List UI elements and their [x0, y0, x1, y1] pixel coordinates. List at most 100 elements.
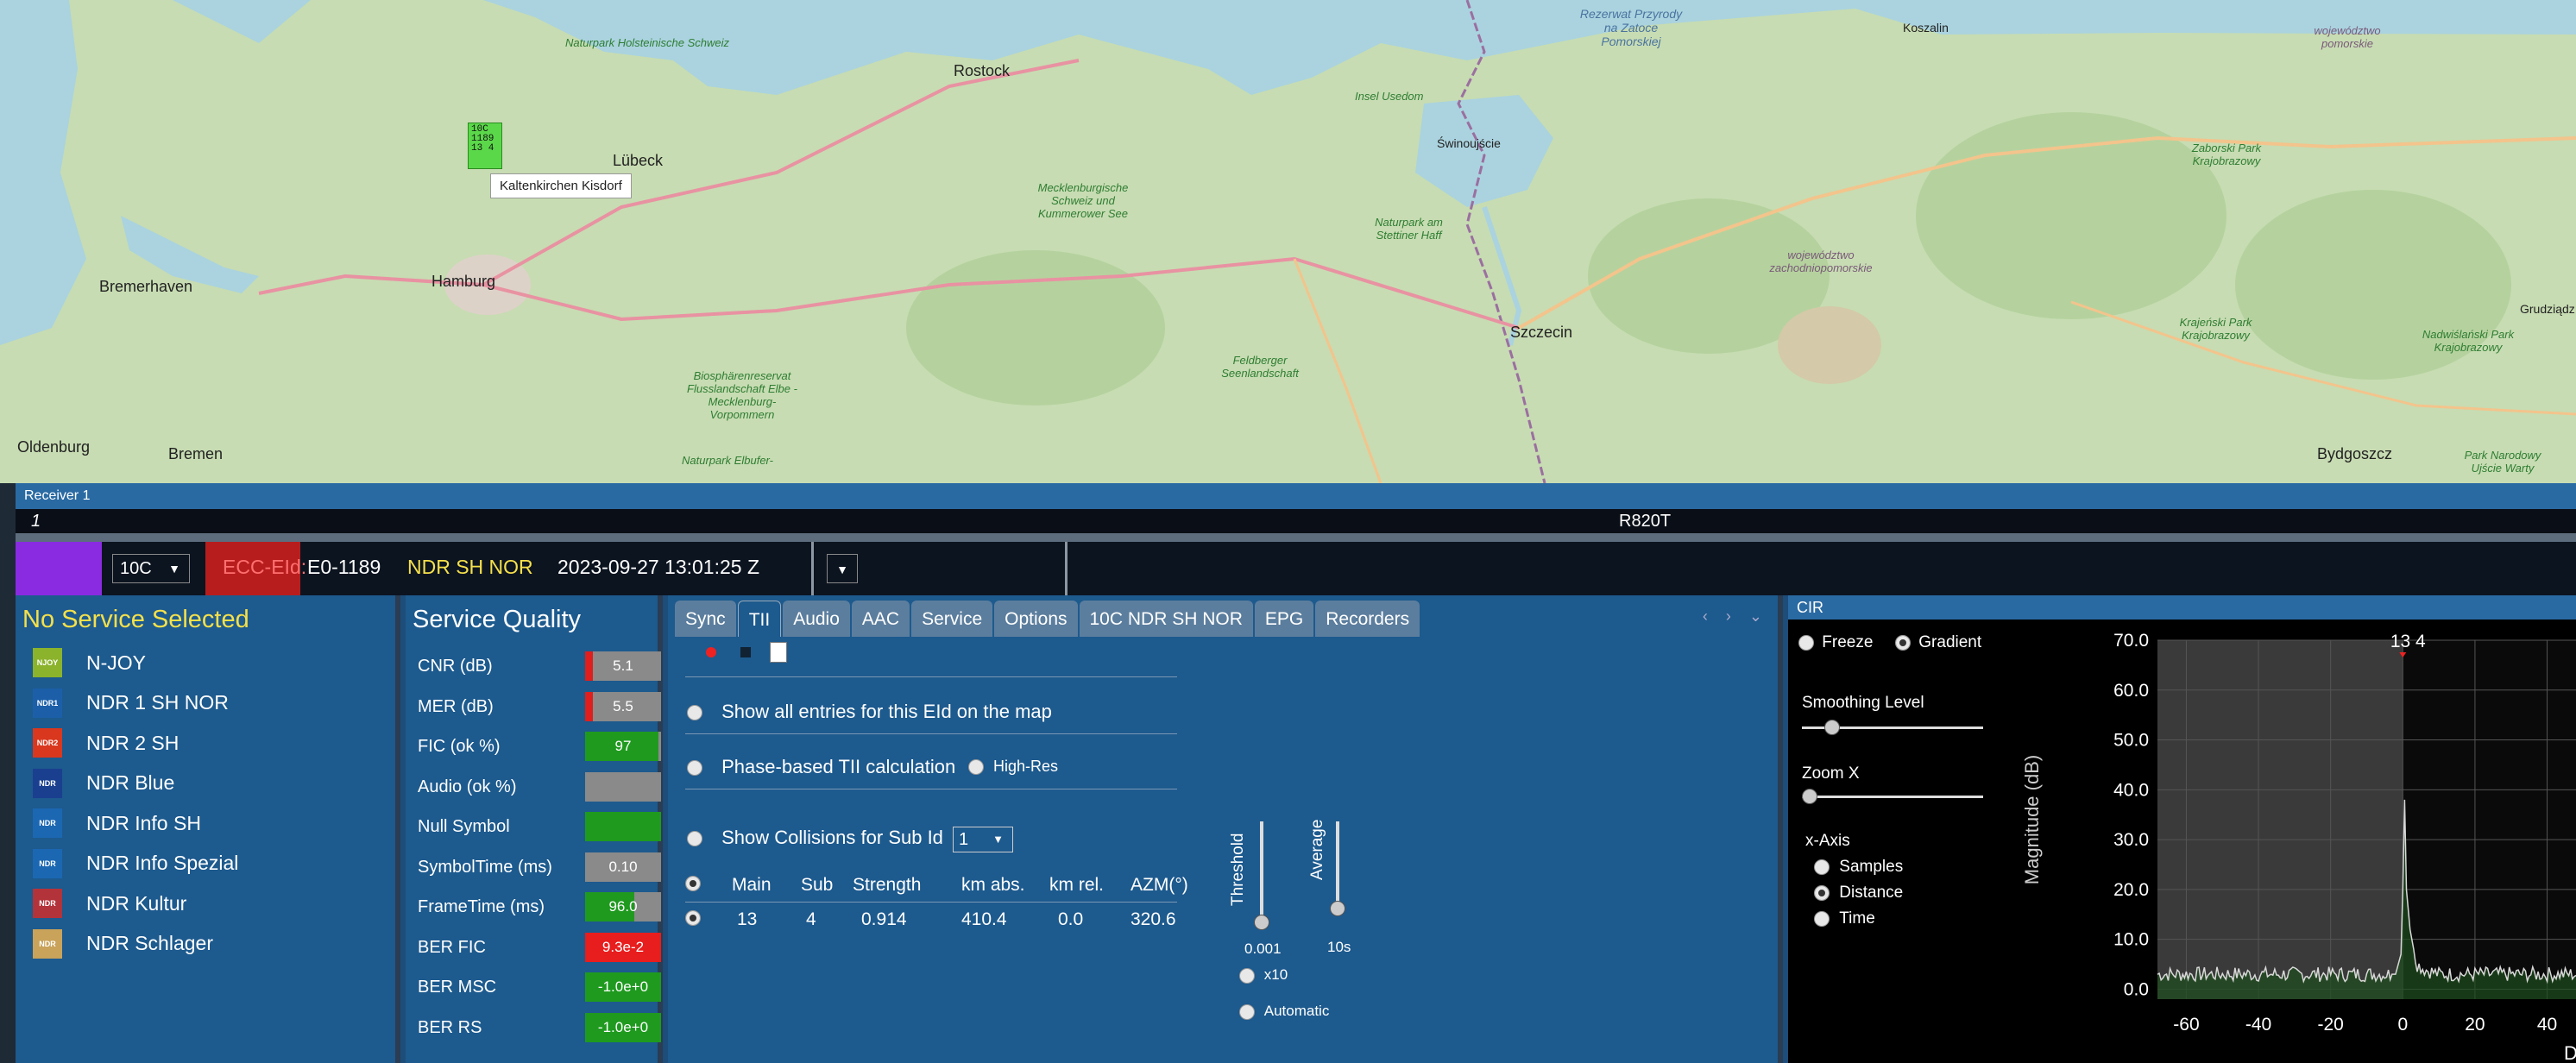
- tab-sync[interactable]: Sync: [675, 601, 736, 637]
- row-checkbox-icon[interactable]: [685, 908, 701, 928]
- x-tick-label: 0: [2397, 1015, 2408, 1035]
- service-item[interactable]: NJOY N-JOY: [16, 643, 395, 683]
- divider: [685, 676, 1177, 677]
- zoom-knob[interactable]: [1802, 789, 1817, 804]
- service-item[interactable]: NDR2 NDR 2 SH: [16, 723, 395, 764]
- tab-10c-ndr-sh-nor[interactable]: 10C NDR SH NOR: [1079, 601, 1253, 637]
- map-canvas: [0, 0, 2576, 483]
- show-all-option[interactable]: Show all entries for this EId on the map: [687, 701, 1052, 723]
- column-header[interactable]: Main: [732, 875, 772, 896]
- tab-scroll-buttons[interactable]: ‹ › ⌄: [1703, 607, 1769, 626]
- map-label: województwo pomorskie: [2314, 24, 2381, 50]
- channel-select[interactable]: 10C ▼: [112, 554, 190, 583]
- document-icon[interactable]: [770, 642, 787, 663]
- quality-row: BER RS -1.0e+0: [406, 1008, 661, 1048]
- automatic-option[interactable]: Automatic: [1239, 1003, 1329, 1020]
- threshold-knob[interactable]: [1254, 915, 1269, 930]
- table-cell: 13: [737, 909, 758, 929]
- column-header[interactable]: km abs.: [961, 875, 1025, 896]
- map-label: Naturpark am Stettiner Haff: [1375, 216, 1443, 242]
- service-list: No Service Selected NJOY N-JOY NDR1 NDR 1 S…: [16, 595, 400, 1063]
- map-view[interactable]: Naturpark Holsteinische Schweiz Lübeck R…: [0, 0, 2576, 483]
- service-label: NDR Kultur: [86, 891, 187, 915]
- quality-row: FIC (ok %) 97: [406, 726, 661, 767]
- service-item[interactable]: NDR1 NDR 1 SH NOR: [16, 683, 395, 724]
- map-label: Bydgoszcz: [2317, 445, 2393, 462]
- divider: [16, 533, 2576, 542]
- tab-options[interactable]: Options: [994, 601, 1078, 637]
- collisions-option[interactable]: Show Collisions for Sub Id: [687, 827, 943, 849]
- zoom-slider[interactable]: [1802, 796, 1983, 798]
- service-item[interactable]: NDR NDR Kultur: [16, 884, 395, 924]
- quality-bar: 9.3e-2: [585, 932, 661, 962]
- average-slider[interactable]: [1336, 821, 1339, 908]
- column-header[interactable]: AZM(°): [1131, 875, 1188, 896]
- select-all-icon[interactable]: [685, 873, 701, 894]
- gradient-label: Gradient: [1918, 633, 1982, 651]
- table-cell: 0.0: [1058, 909, 1084, 929]
- tab-service[interactable]: Service: [911, 601, 993, 637]
- column-header[interactable]: Sub: [801, 875, 833, 896]
- threshold-label: Threshold: [1229, 833, 1247, 907]
- xaxis-samples-option[interactable]: Samples: [1814, 858, 1903, 877]
- service-quality-panel: Service Quality CNR (dB) 5.1 MER (dB) 5.5 FI…: [406, 595, 663, 1063]
- gradient-checkbox[interactable]: Gradient: [1895, 633, 1981, 652]
- table-row[interactable]: 13 4 0.914 410.4 0.0 320.6: [685, 903, 1177, 937]
- map-label: Insel Usedom: [1355, 90, 1424, 103]
- column-header[interactable]: Strength: [853, 875, 921, 896]
- receiver-title[interactable]: Receiver 1: [16, 483, 2576, 509]
- smoothing-knob[interactable]: [1824, 720, 1840, 735]
- show-all-label: Show all entries for this EId on the map: [721, 701, 1052, 722]
- service-item[interactable]: NDR NDR Blue: [16, 764, 395, 804]
- average-knob[interactable]: [1330, 901, 1345, 916]
- tab-audio[interactable]: Audio: [783, 601, 850, 637]
- y-tick-label: 0.0: [2124, 979, 2149, 999]
- x-tick-label: 20: [2465, 1015, 2485, 1035]
- map-label: Krajeński Park Krajobrazowy: [2179, 316, 2252, 342]
- service-item[interactable]: NDR NDR Schlager: [16, 924, 395, 965]
- map-label: Mecklenburgische Schweiz und Kummerower …: [1037, 181, 1129, 220]
- x10-label: x10: [1263, 966, 1288, 983]
- stop-icon[interactable]: [740, 647, 751, 657]
- quality-bar: 96.0: [585, 892, 661, 921]
- xaxis-distance-option[interactable]: Distance: [1814, 884, 1903, 903]
- radio-icon: [687, 760, 702, 777]
- service-item[interactable]: NDR NDR Info SH: [16, 803, 395, 844]
- quality-row: BER MSC -1.0e+0: [406, 967, 661, 1008]
- quality-row: BER FIC 9.3e-2: [406, 928, 661, 968]
- tab-epg[interactable]: EPG: [1254, 601, 1314, 637]
- marker-line: 13 4: [471, 143, 494, 154]
- menu-dropdown-button[interactable]: ▼: [827, 554, 858, 583]
- y-tick-label: 20.0: [2113, 880, 2149, 900]
- subid-value: 1: [959, 830, 969, 849]
- tab-recorders[interactable]: Recorders: [1315, 601, 1420, 637]
- service-logo-icon: NJOY: [33, 648, 62, 678]
- map-label: Grudziądz: [2520, 302, 2575, 316]
- cir-title: CIR: [1788, 595, 2576, 620]
- map-label: Park Narodowy Ujście Warty: [2464, 449, 2541, 475]
- record-icon[interactable]: [706, 647, 716, 657]
- cir-chart[interactable]: 70.0 60.0 50.0 40.0 30.0 20.0 10.0 0.0 -60 -40 -20…: [1995, 620, 2576, 1063]
- highres-label: High-Res: [993, 758, 1059, 775]
- highres-option[interactable]: High-Res: [968, 758, 1058, 776]
- tab-tii[interactable]: TII: [737, 601, 782, 637]
- column-header[interactable]: km rel.: [1049, 875, 1104, 896]
- subid-select[interactable]: 1 ▼: [953, 827, 1013, 852]
- service-label: N-JOY: [86, 651, 146, 674]
- radio-icon: [1239, 967, 1255, 984]
- threshold-slider[interactable]: [1260, 821, 1263, 923]
- map-label: Bremen: [168, 445, 224, 462]
- phase-tii-option[interactable]: Phase-based TII calculation: [687, 756, 955, 778]
- radio-icon: [687, 831, 702, 847]
- xaxis-time-option[interactable]: Time: [1814, 909, 1875, 928]
- quality-value: 0.10: [608, 858, 638, 875]
- service-logo-icon: NDR1: [33, 688, 62, 718]
- service-item[interactable]: NDR NDR Info Spezial: [16, 844, 395, 884]
- freeze-checkbox[interactable]: Freeze: [1798, 633, 1873, 652]
- receiver-toolbar: 10C ▼ ECC-EId: E0-1189 NDR SH NOR 2023-0…: [16, 542, 2576, 595]
- x10-option[interactable]: x10: [1239, 966, 1288, 984]
- transmitter-marker[interactable]: 10C 1189 13 4: [468, 123, 502, 169]
- y-tick-label: 60.0: [2113, 681, 2149, 701]
- tab-aac[interactable]: AAC: [851, 601, 910, 637]
- x-tick-label: -20: [2318, 1015, 2344, 1035]
